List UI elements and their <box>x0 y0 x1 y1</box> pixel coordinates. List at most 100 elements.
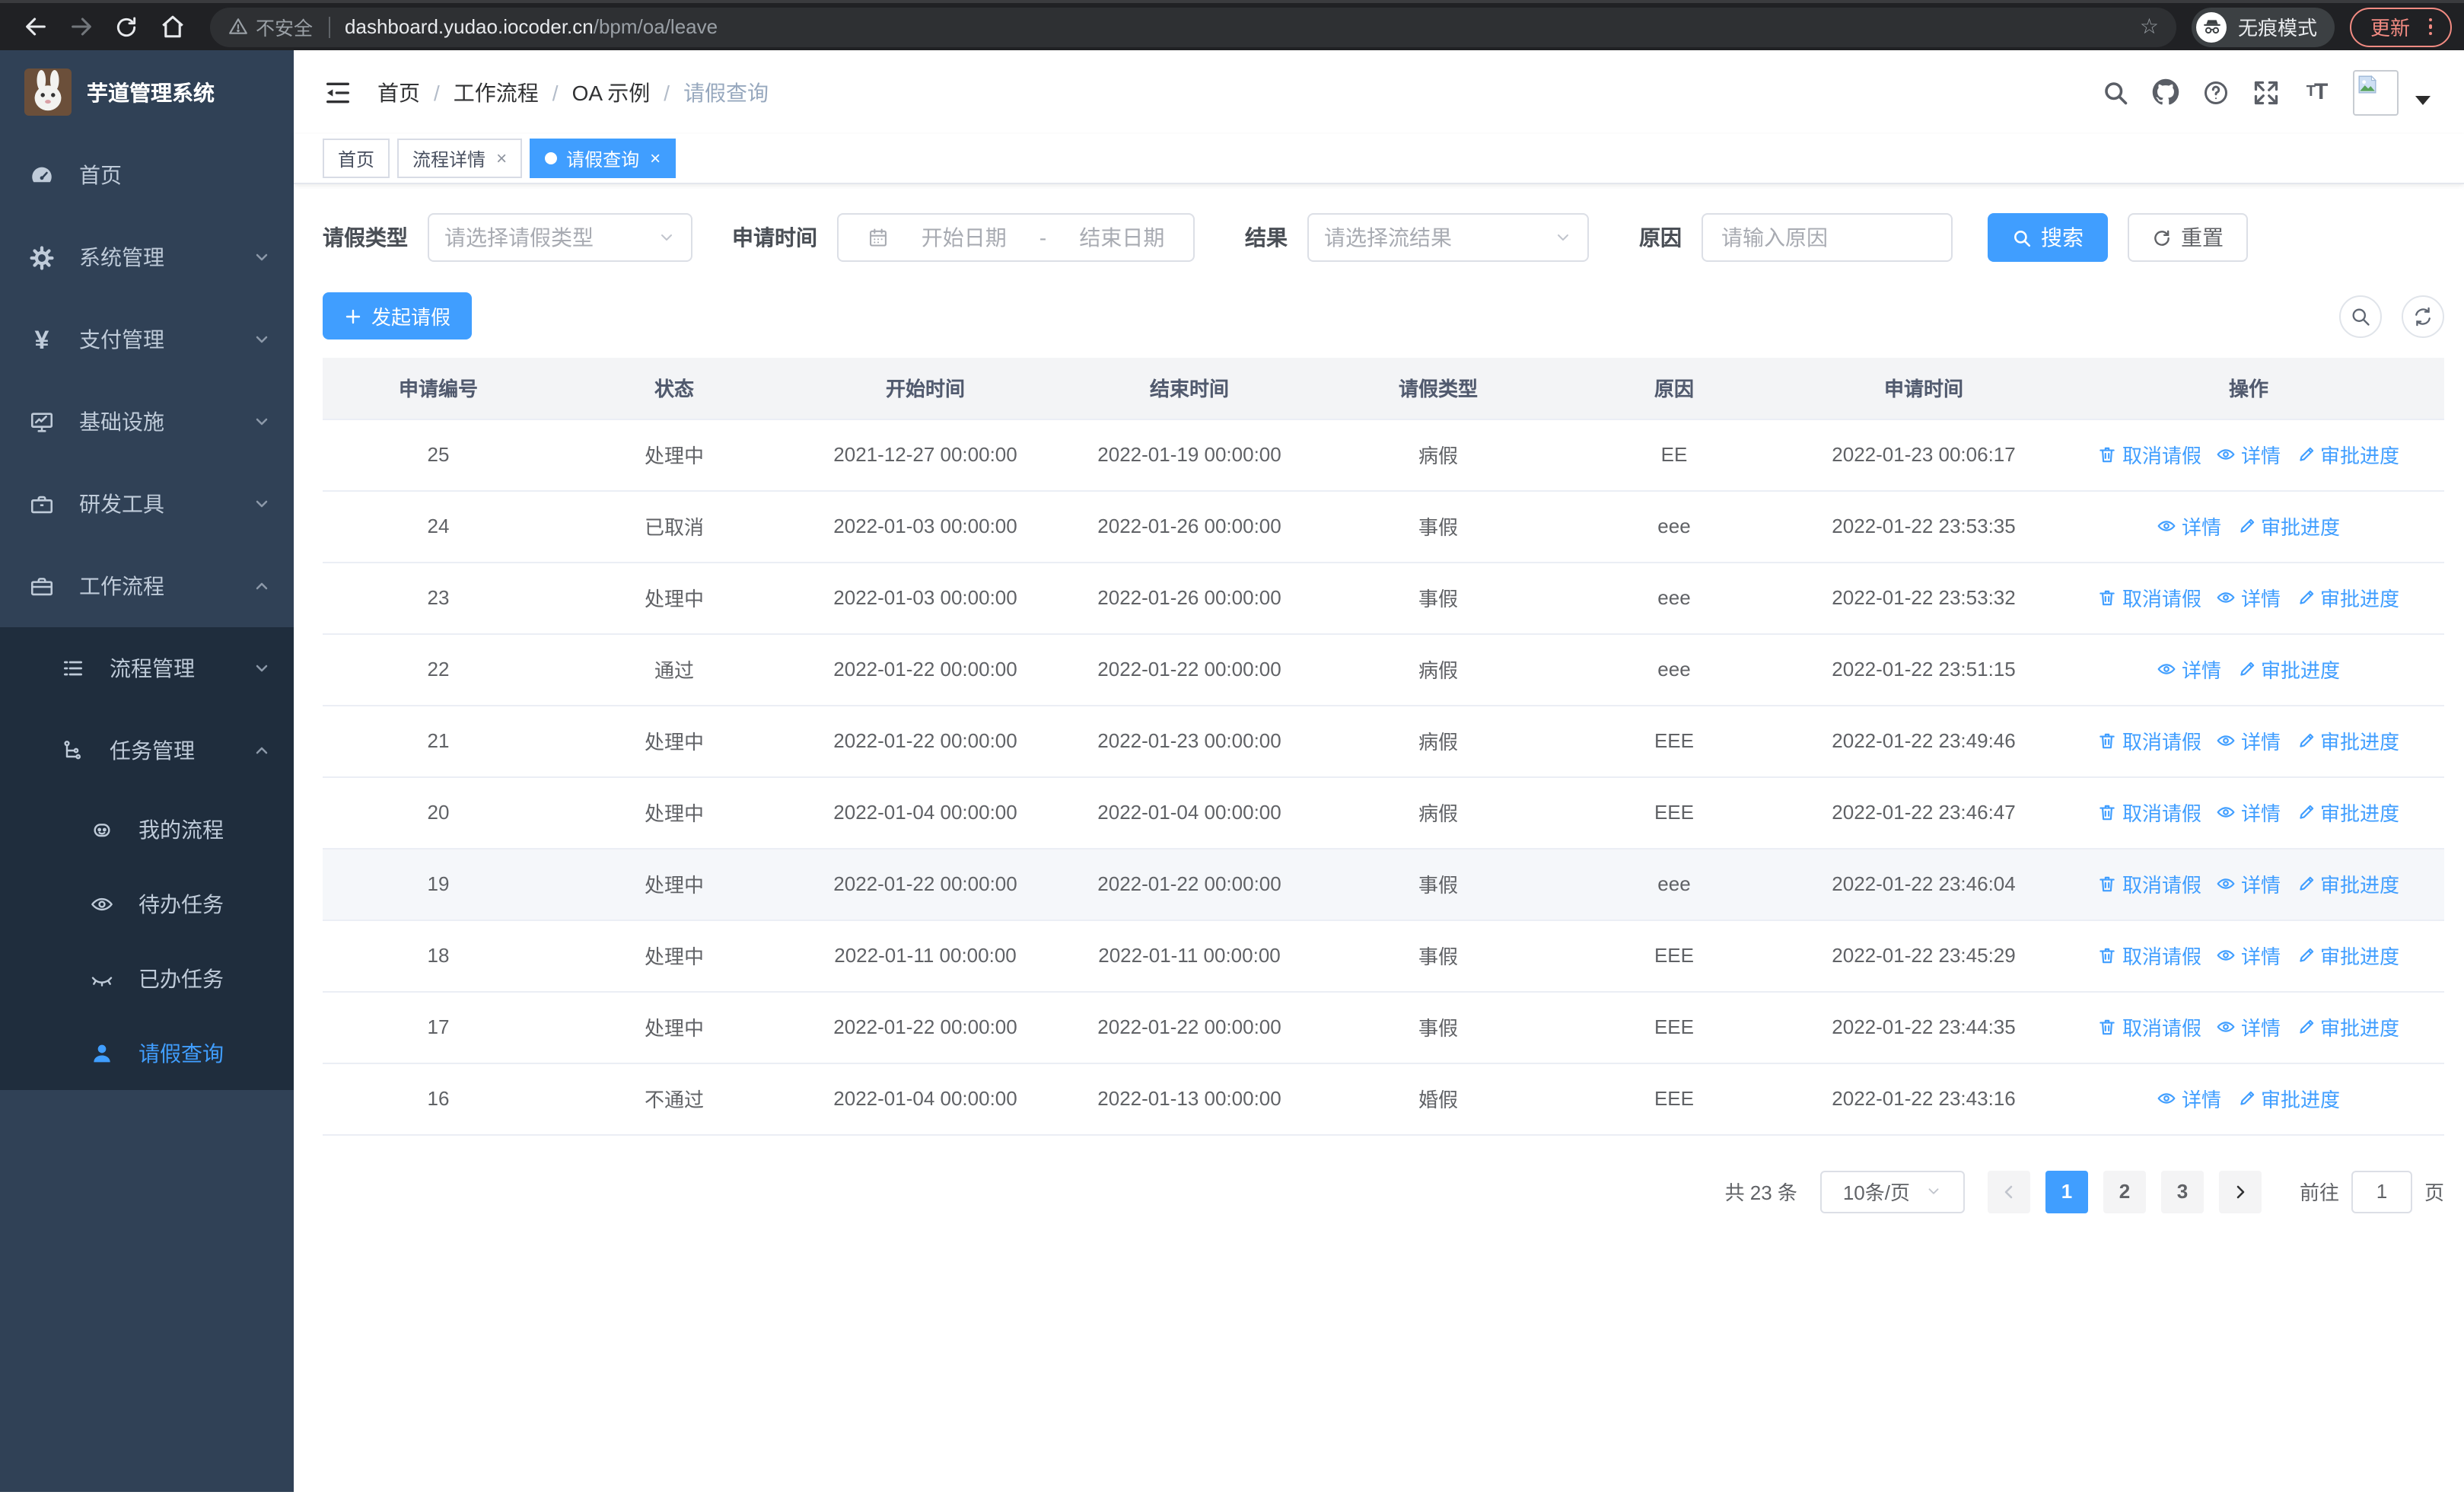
sidebar-item-payment[interactable]: ¥ 支付管理 <box>0 298 294 381</box>
reason-cell: EEE <box>1554 991 1794 1063</box>
approval-progress-link[interactable]: 审批进度 <box>2236 512 2340 540</box>
approval-progress-link[interactable]: 审批进度 <box>2236 1084 2340 1113</box>
user-icon <box>88 1040 114 1066</box>
sidebar-item-infrastructure[interactable]: 基础设施 <box>0 381 294 463</box>
result-label: 结果 <box>1245 225 1288 250</box>
breadcrumb-item[interactable]: OA 示例 <box>572 77 651 107</box>
search-icon <box>2014 230 2031 247</box>
cancel-leave-link[interactable]: 取消请假 <box>2098 583 2201 612</box>
user-menu-caret-icon[interactable] <box>2415 95 2431 104</box>
sidebar-item-home[interactable]: 首页 <box>0 134 294 216</box>
hide-search-icon[interactable] <box>2339 295 2382 337</box>
refresh-table-icon[interactable] <box>2402 295 2444 337</box>
home-icon[interactable] <box>149 7 195 46</box>
url-bar[interactable]: 不安全 dashboard.yudao.iocoder.cn/bpm/oa/le… <box>210 7 2177 46</box>
breadcrumb-item[interactable]: 工作流程 <box>454 77 539 107</box>
tab-请假查询[interactable]: 请假查询 × <box>530 139 676 178</box>
cancel-leave-link[interactable]: 取消请假 <box>2098 941 2201 970</box>
detail-link[interactable]: 详情 <box>2217 583 2281 612</box>
sidebar-item-dev-tools[interactable]: 研发工具 <box>0 463 294 545</box>
approval-progress-link[interactable]: 审批进度 <box>2236 655 2340 684</box>
security-chip[interactable]: 不安全 <box>228 12 313 41</box>
trash-icon <box>2100 805 2115 821</box>
detail-link[interactable]: 详情 <box>2217 798 2281 827</box>
cancel-leave-link[interactable]: 取消请假 <box>2098 1012 2201 1041</box>
font-size-icon[interactable]: TT <box>2303 78 2330 106</box>
sidebar-item-label: 我的流程 <box>138 817 224 841</box>
leave-type-select[interactable]: 请选择请假类型 <box>428 213 692 262</box>
tags-view: 首页 流程详情 × 请假查询 × <box>294 134 2464 184</box>
page-button-2[interactable]: 2 <box>2103 1170 2146 1213</box>
help-icon[interactable] <box>2202 78 2230 106</box>
reason-cell: EEE <box>1554 705 1794 777</box>
reload-icon[interactable] <box>103 7 149 46</box>
cancel-leave-link[interactable]: 取消请假 <box>2098 869 2201 898</box>
top-navbar: 首页 / 工作流程 / OA 示例 / 请假查询 T T <box>294 50 2464 134</box>
search-button[interactable]: 搜索 <box>1988 213 2108 262</box>
apply-id-cell: 19 <box>323 848 554 920</box>
approval-progress-link[interactable]: 审批进度 <box>2296 583 2399 612</box>
detail-link[interactable]: 详情 <box>2157 1084 2221 1113</box>
sidebar-item-task-management[interactable]: 任务管理 <box>0 709 294 792</box>
github-icon[interactable] <box>2152 78 2179 106</box>
prev-page-button[interactable] <box>1987 1170 2030 1213</box>
create-leave-button[interactable]: 发起请假 <box>323 292 473 339</box>
sidebar-item-process-management[interactable]: 流程管理 <box>0 627 294 709</box>
start-time-cell: 2022-01-22 00:00:00 <box>794 848 1056 920</box>
tab-流程详情[interactable]: 流程详情 × <box>397 139 523 178</box>
cancel-leave-link[interactable]: 取消请假 <box>2098 726 2201 755</box>
breadcrumb-item[interactable]: 首页 <box>377 77 420 107</box>
approval-progress-link[interactable]: 审批进度 <box>2296 1012 2399 1041</box>
browser-menu-icon[interactable] <box>2428 18 2432 36</box>
sidebar-item-done-tasks[interactable]: 已办任务 <box>0 941 294 1015</box>
approval-progress-link[interactable]: 审批进度 <box>2296 869 2399 898</box>
detail-link[interactable]: 详情 <box>2217 869 2281 898</box>
detail-link[interactable]: 详情 <box>2157 655 2221 684</box>
reason-input[interactable] <box>1721 225 1933 250</box>
approval-progress-link[interactable]: 审批进度 <box>2296 726 2399 755</box>
detail-link[interactable]: 详情 <box>2217 1012 2281 1041</box>
page-button-3[interactable]: 3 <box>2160 1170 2204 1213</box>
update-button[interactable]: 更新 <box>2350 7 2452 46</box>
goto-page-input[interactable] <box>2351 1170 2412 1213</box>
cancel-leave-link[interactable]: 取消请假 <box>2098 440 2201 469</box>
sidebar-item-my-processes[interactable]: 我的流程 <box>0 792 294 866</box>
avatar[interactable] <box>2353 69 2399 115</box>
detail-link[interactable]: 详情 <box>2157 512 2221 540</box>
cancel-leave-link[interactable]: 取消请假 <box>2098 798 2201 827</box>
detail-link[interactable]: 详情 <box>2217 941 2281 970</box>
sidebar-item-workflow[interactable]: 工作流程 <box>0 545 294 627</box>
fullscreen-icon[interactable] <box>2252 78 2280 106</box>
start-time-cell: 2022-01-22 00:00:00 <box>794 705 1056 777</box>
approval-progress-link[interactable]: 审批进度 <box>2296 798 2399 827</box>
close-tab-icon[interactable]: × <box>650 149 661 167</box>
search-icon[interactable] <box>2102 78 2129 106</box>
table-row: 16 不通过 2022-01-04 00:00:00 2022-01-13 00:00… <box>323 1063 2444 1135</box>
sidebar-item-leave-query[interactable]: 请假查询 <box>0 1015 294 1090</box>
page-size-select[interactable]: 10条/页 <box>1819 1170 1965 1213</box>
close-tab-icon[interactable]: × <box>496 149 507 167</box>
view-icon <box>2217 950 2236 961</box>
tab-label: 请假查询 <box>566 148 640 170</box>
reset-button[interactable]: 重置 <box>2128 213 2248 262</box>
sidebar-collapse-icon[interactable] <box>323 77 353 107</box>
approval-progress-link[interactable]: 审批进度 <box>2296 941 2399 970</box>
app-logo[interactable]: 芋道管理系统 <box>0 50 294 134</box>
detail-link[interactable]: 详情 <box>2217 726 2281 755</box>
back-icon[interactable] <box>12 7 58 46</box>
page-button-1[interactable]: 1 <box>2045 1170 2088 1213</box>
detail-link[interactable]: 详情 <box>2217 440 2281 469</box>
tab-首页[interactable]: 首页 <box>323 139 390 178</box>
apply-time-range-picker[interactable]: 开始日期 - 结束日期 <box>837 213 1195 262</box>
next-page-button[interactable] <box>2218 1170 2262 1213</box>
sidebar-item-system[interactable]: 系统管理 <box>0 216 294 298</box>
leave-type-cell: 婚假 <box>1323 1063 1554 1135</box>
tab-label: 首页 <box>338 148 375 170</box>
sidebar-item-todo-tasks[interactable]: 待办任务 <box>0 866 294 941</box>
approval-progress-link[interactable]: 审批进度 <box>2296 440 2399 469</box>
leave-type-cell: 事假 <box>1323 562 1554 634</box>
bookmark-star-icon[interactable]: ☆ <box>2140 14 2159 40</box>
forward-icon[interactable] <box>58 7 103 46</box>
apply-id-cell: 23 <box>323 562 554 634</box>
result-select[interactable]: 请选择流结果 <box>1307 213 1589 262</box>
